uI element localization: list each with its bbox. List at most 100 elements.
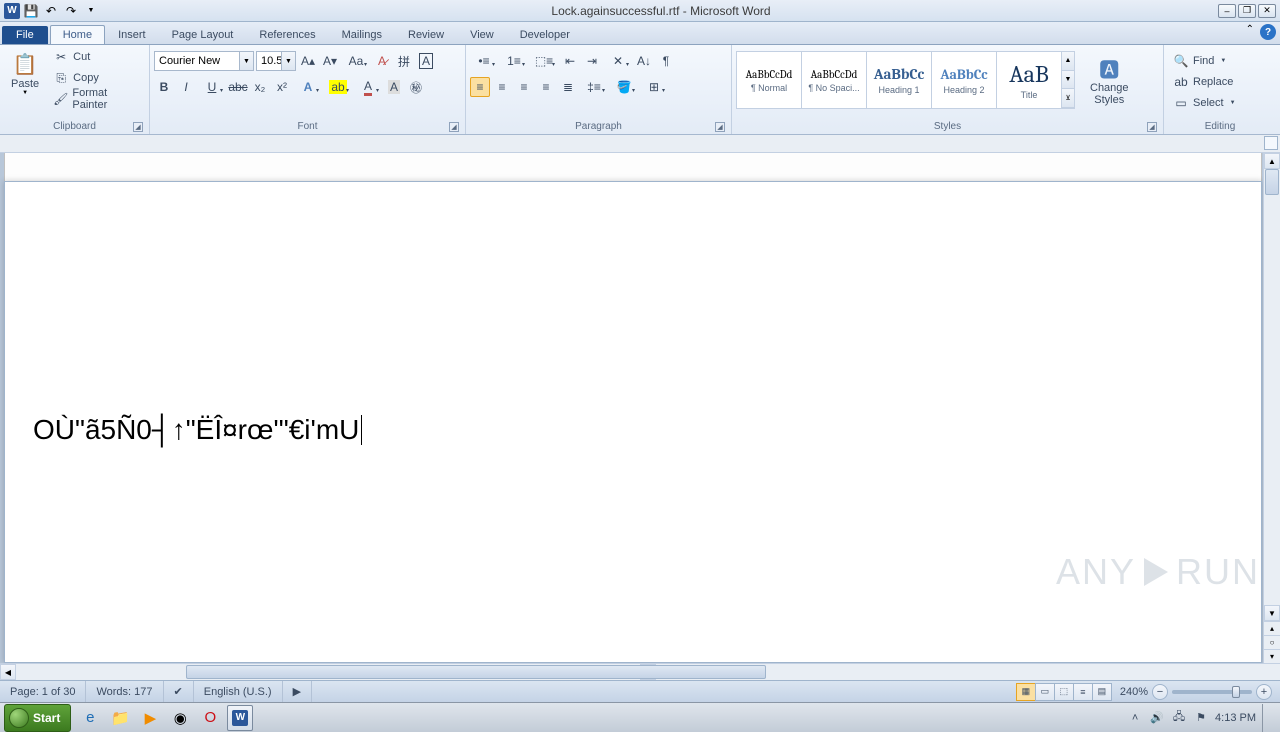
zoom-level[interactable]: 240%	[1120, 686, 1148, 698]
increase-indent-button[interactable]: ⇥	[582, 51, 602, 71]
gallery-more-button[interactable]: ⊻	[1062, 89, 1074, 108]
hscroll-thumb[interactable]	[186, 665, 766, 679]
scroll-left-button[interactable]: ◀	[0, 664, 16, 680]
copy-button[interactable]: ⎘Copy	[48, 68, 145, 88]
print-layout-view[interactable]: ▦	[1016, 683, 1036, 701]
redo-button[interactable]: ↷	[62, 2, 80, 20]
horizontal-scrollbar[interactable]: ◀ ▶	[0, 663, 1280, 680]
bullets-button[interactable]: •≡	[470, 51, 498, 71]
flag-icon[interactable]: ⚑	[1193, 710, 1209, 726]
macro-status[interactable]: ▶	[283, 681, 312, 702]
help-button[interactable]: ?	[1260, 24, 1276, 40]
style-normal[interactable]: AaBbCcDd¶ Normal	[736, 51, 802, 109]
document-page[interactable]: OÙ"ã5Ñ0┤↑"ËÎ¤rœ'"€i'mU	[4, 181, 1262, 663]
volume-icon[interactable]: 🔊	[1149, 710, 1165, 726]
tab-mailings[interactable]: Mailings	[329, 25, 395, 44]
justify-button[interactable]: ≡	[536, 77, 556, 97]
browse-object-button[interactable]: ○	[1264, 635, 1280, 649]
change-case-button[interactable]: Aa	[342, 51, 370, 71]
minimize-button[interactable]: –	[1218, 4, 1236, 18]
file-tab[interactable]: File	[2, 26, 48, 44]
find-button[interactable]: 🔍Find▼	[1168, 51, 1241, 71]
clock[interactable]: 4:13 PM	[1215, 712, 1256, 724]
scroll-up-button[interactable]: ▲	[1264, 153, 1280, 169]
full-screen-view[interactable]: ▭	[1035, 683, 1055, 701]
multilevel-list-button[interactable]: ⬚≡	[530, 51, 558, 71]
language-status[interactable]: English (U.S.)	[194, 681, 283, 702]
styles-dialog-launcher[interactable]: ◢	[1147, 122, 1157, 132]
undo-button[interactable]: ↶	[42, 2, 60, 20]
phonetic-guide-button[interactable]: 拼	[394, 51, 414, 71]
qat-customize-button[interactable]: ▼	[82, 2, 100, 20]
tab-page-layout[interactable]: Page Layout	[159, 25, 247, 44]
asian-layout-button[interactable]: ✕	[604, 51, 632, 71]
clear-formatting-button[interactable]: A̷	[372, 51, 392, 71]
taskbar-opera[interactable]: O	[197, 705, 223, 731]
font-name-combo[interactable]: Courier New▼	[154, 51, 254, 71]
zoom-out-button[interactable]: −	[1152, 684, 1168, 700]
network-icon[interactable]: 🖧	[1171, 710, 1187, 726]
hscroll-track[interactable]	[16, 664, 640, 680]
text-effects-button[interactable]: A	[294, 77, 322, 97]
next-page-button[interactable]: ▾	[1264, 649, 1280, 663]
highlight-button[interactable]: ab	[324, 77, 352, 97]
taskbar-ie[interactable]: e	[77, 705, 103, 731]
show-desktop[interactable]	[1262, 704, 1274, 732]
align-center-button[interactable]: ≡	[492, 77, 512, 97]
save-button[interactable]: 💾	[22, 2, 40, 20]
tab-insert[interactable]: Insert	[105, 25, 159, 44]
character-border-button[interactable]: A	[416, 51, 436, 71]
tab-home[interactable]: Home	[50, 25, 105, 44]
strikethrough-button[interactable]: abc	[228, 77, 248, 97]
word-count[interactable]: Words: 177	[86, 681, 163, 702]
web-layout-view[interactable]: ⬚	[1054, 683, 1074, 701]
tray-expand[interactable]: ˄	[1127, 710, 1143, 726]
zoom-slider[interactable]	[1172, 690, 1252, 694]
style-no-spacing[interactable]: AaBbCcDd¶ No Spaci...	[801, 51, 867, 109]
underline-button[interactable]: U	[198, 77, 226, 97]
tab-developer[interactable]: Developer	[507, 25, 583, 44]
taskbar-word[interactable]: W	[227, 705, 253, 731]
font-dialog-launcher[interactable]: ◢	[449, 122, 459, 132]
tab-review[interactable]: Review	[395, 25, 457, 44]
superscript-button[interactable]: x²	[272, 77, 292, 97]
start-button[interactable]: Start	[4, 704, 71, 732]
enclose-characters-button[interactable]: ㊙	[406, 77, 426, 97]
cut-button[interactable]: ✂Cut	[48, 47, 145, 67]
chevron-down-icon[interactable]: ▼	[281, 52, 295, 70]
shading-button[interactable]: 🪣	[610, 77, 638, 97]
style-title[interactable]: AaBTitle	[996, 51, 1062, 109]
tab-view[interactable]: View	[457, 25, 507, 44]
ruler-toggle-button[interactable]	[1264, 136, 1278, 150]
gallery-down-button[interactable]: ▼	[1062, 71, 1074, 90]
numbering-button[interactable]: 1≡	[500, 51, 528, 71]
borders-button[interactable]: ⊞	[640, 77, 668, 97]
align-right-button[interactable]: ≡	[514, 77, 534, 97]
align-left-button[interactable]: ≡	[470, 77, 490, 97]
zoom-in-button[interactable]: +	[1256, 684, 1272, 700]
style-heading1[interactable]: AaBbCcHeading 1	[866, 51, 932, 109]
change-styles-button[interactable]: 🅰 Change Styles	[1083, 51, 1136, 109]
taskbar-explorer[interactable]: 📁	[107, 705, 133, 731]
grow-font-button[interactable]: A▴	[298, 51, 318, 71]
maximize-button[interactable]: ❐	[1238, 4, 1256, 18]
close-button[interactable]: ✕	[1258, 4, 1276, 18]
ribbon-minimize-button[interactable]: ⌃	[1246, 24, 1254, 40]
bold-button[interactable]: B	[154, 77, 174, 97]
clipboard-dialog-launcher[interactable]: ◢	[133, 122, 143, 132]
vertical-scrollbar[interactable]: ▲ ▼ ▴ ○ ▾	[1263, 153, 1280, 663]
gallery-up-button[interactable]: ▲	[1062, 52, 1074, 71]
character-shading-button[interactable]: A	[384, 77, 404, 97]
decrease-indent-button[interactable]: ⇤	[560, 51, 580, 71]
scroll-down-button[interactable]: ▼	[1264, 605, 1280, 621]
distributed-button[interactable]: ≣	[558, 77, 578, 97]
show-marks-button[interactable]: ¶	[656, 51, 676, 71]
replace-button[interactable]: abReplace	[1168, 72, 1241, 92]
taskbar-media[interactable]: ▶	[137, 705, 163, 731]
prev-page-button[interactable]: ▴	[1264, 621, 1280, 635]
outline-view[interactable]: ≡	[1073, 683, 1093, 701]
font-color-button[interactable]: A	[354, 77, 382, 97]
format-painter-button[interactable]: 🖌Format Painter	[48, 89, 145, 109]
draft-view[interactable]: ▤	[1092, 683, 1112, 701]
italic-button[interactable]: I	[176, 77, 196, 97]
